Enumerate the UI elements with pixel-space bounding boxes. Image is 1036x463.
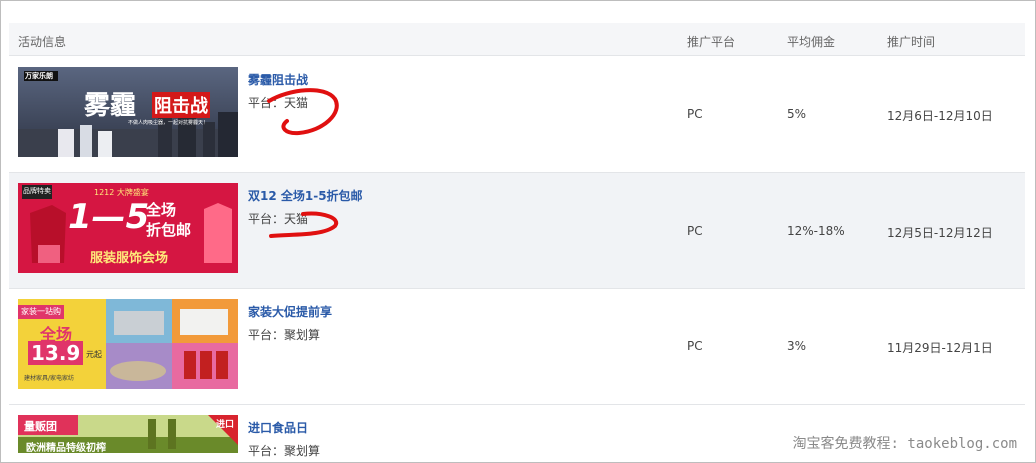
watermark-text: 淘宝客免费教程: taokeblog.com bbox=[788, 431, 1021, 455]
table-row: 家装一站购 全场 13.9 元起 建材家具/家电家纺 家装大促提前享 平台：聚划… bbox=[9, 289, 1025, 405]
table-header: 活动信息 推广平台 平均佣金 推广时间 bbox=[9, 23, 1025, 56]
header-promo-platform: 推广平台 bbox=[687, 35, 736, 49]
banner-main-text: 雾霾 bbox=[84, 91, 137, 121]
banner-haze[interactable]: 万家乐朗 雾霾 阻击战 不做人肉吸尘器，一起对抗雾霾天！ bbox=[18, 67, 238, 157]
banner-brand-tag: 万家乐朗 bbox=[25, 72, 53, 80]
activity-platform: 平台：聚划算 bbox=[248, 328, 321, 342]
banner-discount: 1—5 bbox=[68, 197, 150, 237]
banner-venue: 服装服饰会场 bbox=[90, 251, 169, 266]
banner-brand: 量贩团 bbox=[24, 420, 57, 433]
banner-accent-text: 阻击战 bbox=[152, 92, 210, 118]
banner-corner: 进口 bbox=[216, 420, 235, 430]
avg-commission: 3% bbox=[787, 339, 807, 353]
activity-platform: 平台：天猫 bbox=[248, 96, 309, 110]
activity-title-link[interactable]: 家装大促提前享 bbox=[248, 303, 332, 320]
screenshot-frame: 活动信息 推广平台 平均佣金 推广时间 万家乐朗 雾霾 阻击战 不做人肉吸尘器，… bbox=[0, 0, 1036, 463]
promo-platform: PC bbox=[687, 339, 703, 353]
promo-time: 12月5日-12月12日 bbox=[887, 226, 993, 240]
banner-sub-text: 不做人肉吸尘器，一起对抗雾霾天！ bbox=[128, 120, 209, 126]
banner-all: 全场 bbox=[146, 201, 177, 219]
banner-home-decor[interactable]: 家装一站购 全场 13.9 元起 建材家具/家电家纺 bbox=[18, 299, 238, 389]
activity-title-link[interactable]: 雾霾阻击战 bbox=[248, 71, 308, 88]
table-row: 品牌特卖 1212 大牌盛宴 1—5 全场 折包邮 服装服饰会场 双12 全场1… bbox=[9, 173, 1025, 289]
activity-platform: 平台：天猫 bbox=[248, 212, 309, 226]
header-activity-info: 活动信息 bbox=[18, 35, 67, 49]
promo-platform: PC bbox=[687, 107, 703, 121]
header-promo-time: 推广时间 bbox=[887, 35, 936, 49]
banner-sub: 欧洲精品特级初榨 bbox=[26, 443, 106, 453]
promo-time: 12月6日-12月10日 bbox=[887, 109, 993, 123]
banner-unit: 元起 bbox=[86, 350, 102, 359]
header-avg-commission: 平均佣金 bbox=[787, 35, 836, 49]
table-row: 万家乐朗 雾霾 阻击战 不做人肉吸尘器，一起对抗雾霾天！ 雾霾阻击战 平台：天猫… bbox=[9, 57, 1025, 173]
banner-price: 13.9 bbox=[28, 341, 84, 365]
banner-logo: 品牌特卖 bbox=[23, 187, 51, 195]
banner-double12[interactable]: 品牌特卖 1212 大牌盛宴 1—5 全场 折包邮 服装服饰会场 bbox=[18, 183, 238, 273]
activity-table: 活动信息 推广平台 平均佣金 推广时间 万家乐朗 雾霾 阻击战 不做人肉吸尘器，… bbox=[9, 23, 1025, 462]
activity-platform: 平台：聚划算 bbox=[248, 444, 321, 458]
promo-platform: PC bbox=[687, 224, 703, 238]
avg-commission: 12%-18% bbox=[787, 224, 845, 238]
activity-title-link[interactable]: 进口食品日 bbox=[248, 419, 308, 436]
promo-time: 11月29日-12月1日 bbox=[887, 341, 993, 355]
banner-imported-food[interactable]: 量贩团 进口 欧洲精品特级初榨 bbox=[18, 415, 238, 453]
activity-title-link[interactable]: 双12 全场1-5折包邮 bbox=[248, 187, 363, 204]
banner-tag: 家装一站购 bbox=[21, 307, 61, 316]
banner-free-ship: 折包邮 bbox=[146, 221, 192, 239]
avg-commission: 5% bbox=[787, 107, 807, 121]
banner-category: 建材家具/家电家纺 bbox=[24, 375, 75, 382]
